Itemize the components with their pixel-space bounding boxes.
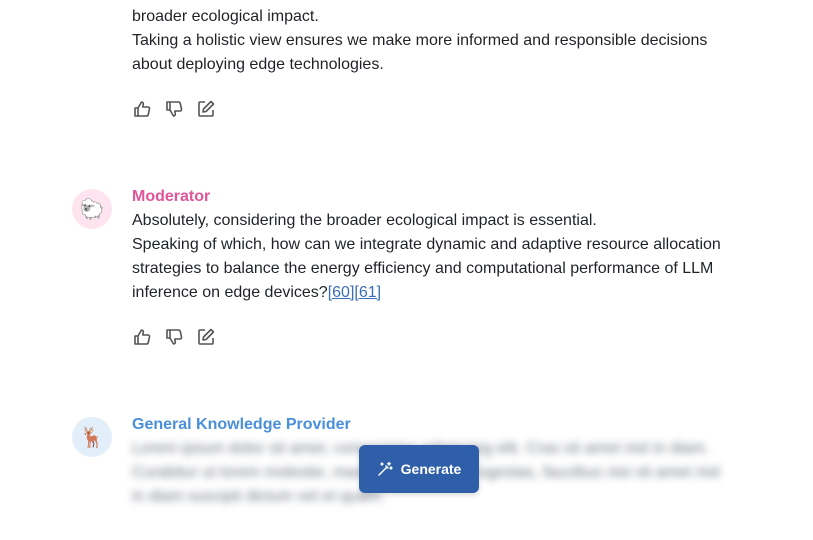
message-2-paragraph: Absolutely, considering the broader ecol…: [132, 212, 597, 229]
message-2-question: Speaking of which, how can we integrate …: [132, 236, 721, 301]
sheep-icon: 🐑: [79, 198, 105, 221]
thumbs-up-icon[interactable]: [132, 99, 152, 119]
generate-button[interactable]: Generate: [359, 445, 479, 493]
citation-link[interactable]: [60]: [328, 284, 355, 301]
thumbs-down-icon[interactable]: [164, 99, 184, 119]
thumbs-down-icon[interactable]: [164, 327, 184, 347]
author-name: Moderator: [132, 188, 211, 205]
generate-label: Generate: [400, 461, 462, 477]
edit-icon[interactable]: [196, 99, 216, 119]
message-1-text: broader ecological impact. Taking a holi…: [132, 5, 747, 77]
author-name: General Knowledge Provider: [132, 416, 351, 433]
message-1-paragraph: broader ecological impact.: [132, 8, 319, 25]
message-1-paragraph: Taking a holistic view ensures we make m…: [132, 32, 708, 73]
magic-wand-icon: [377, 461, 393, 477]
avatar: 🐑: [72, 189, 112, 229]
edit-icon[interactable]: [196, 327, 216, 347]
message-2-paragraph: Speaking of which, how can we integrate …: [132, 233, 747, 305]
message-2-text: Absolutely, considering the broader ecol…: [132, 209, 747, 305]
deer-icon: 🦌: [79, 426, 105, 449]
thumbs-up-icon[interactable]: [132, 327, 152, 347]
message-1-actions: [132, 99, 216, 119]
message-2-actions: [132, 327, 216, 347]
avatar: 🦌: [72, 417, 112, 457]
citation-link[interactable]: [61]: [354, 284, 381, 301]
